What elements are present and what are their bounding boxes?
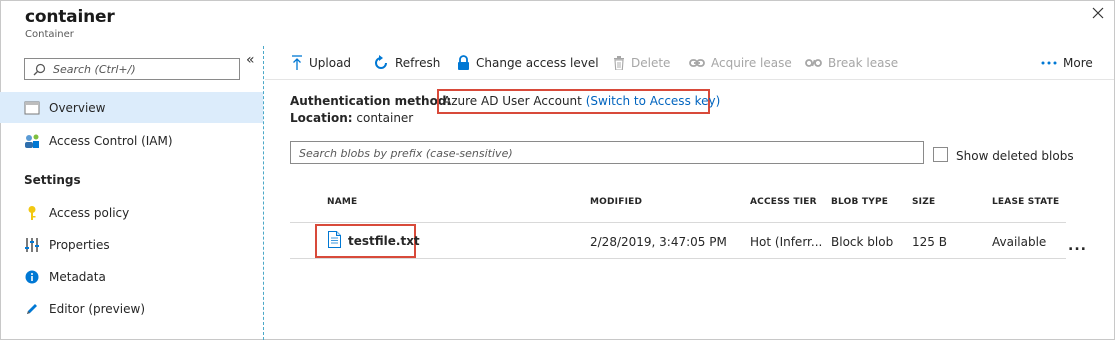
- sidebar-item-label: Metadata: [49, 269, 106, 284]
- cell-lease-state: Available: [992, 235, 1047, 249]
- upload-label: Upload: [309, 56, 352, 70]
- upload-button[interactable]: Upload: [291, 46, 351, 80]
- upload-icon: [291, 55, 303, 71]
- table-divider: [290, 222, 1066, 223]
- sidebar-item-label: Overview: [49, 100, 106, 115]
- sidebar-item-iam[interactable]: Access Control (IAM): [0, 125, 263, 156]
- blob-search-box[interactable]: [290, 141, 924, 164]
- page-subtitle: Container: [25, 29, 74, 40]
- collapse-sidebar-button[interactable]: «: [246, 52, 254, 68]
- cell-access-tier: Hot (Inferr...: [750, 235, 823, 249]
- sidebar-item-label: Editor (preview): [49, 301, 145, 316]
- auth-method-value: Azure AD User Account (Switch to Access …: [443, 94, 720, 108]
- broken-link-icon: [805, 58, 822, 68]
- iam-icon: [24, 133, 40, 149]
- search-icon: [33, 63, 46, 76]
- change-access-level-button[interactable]: Change access level: [457, 46, 599, 80]
- pencil-icon: [24, 301, 40, 317]
- auth-method-text: Azure AD User Account: [443, 94, 582, 108]
- sidebar-item-label: Access policy: [49, 205, 130, 220]
- sidebar-item-label: Access Control (IAM): [49, 133, 173, 148]
- acquire-lease-button[interactable]: Acquire lease: [689, 46, 792, 80]
- overview-icon: [24, 100, 40, 116]
- acquire-lease-label: Acquire lease: [711, 56, 792, 70]
- menu-search-box[interactable]: [24, 58, 240, 80]
- switch-to-access-key-link[interactable]: (Switch to Access key): [586, 94, 721, 108]
- key-icon: [24, 205, 40, 221]
- show-deleted-checkbox[interactable]: [933, 147, 948, 162]
- delete-label: Delete: [631, 56, 671, 70]
- column-header-name[interactable]: NAME: [327, 197, 357, 207]
- column-header-blob-type[interactable]: BLOB TYPE: [831, 197, 888, 207]
- change-access-label: Change access level: [476, 56, 599, 70]
- location-label: Location:: [290, 111, 353, 125]
- sidebar-item-properties[interactable]: Properties: [0, 229, 263, 260]
- sidebar-item-overview[interactable]: Overview: [0, 92, 263, 123]
- blob-search-input[interactable]: [299, 145, 909, 161]
- delete-button[interactable]: Delete: [613, 46, 670, 80]
- refresh-button[interactable]: Refresh: [373, 46, 440, 80]
- close-icon[interactable]: [1091, 6, 1105, 20]
- row-context-menu-button[interactable]: ...: [1068, 238, 1087, 254]
- break-lease-label: Break lease: [828, 56, 899, 70]
- sidebar-item-metadata[interactable]: Metadata: [0, 261, 263, 292]
- sidebar-item-editor[interactable]: Editor (preview): [0, 293, 263, 324]
- column-header-size[interactable]: SIZE: [912, 197, 935, 207]
- more-label: More: [1063, 56, 1093, 70]
- refresh-label: Refresh: [395, 56, 441, 70]
- sidebar-item-label: Properties: [49, 237, 110, 252]
- trash-icon: [613, 56, 625, 70]
- cell-modified: 2/28/2019, 3:47:05 PM: [590, 235, 727, 249]
- sidebar-item-access-policy[interactable]: Access policy: [0, 197, 263, 228]
- cell-size: 125 B: [912, 235, 947, 249]
- file-icon: [328, 231, 341, 248]
- column-header-lease-state[interactable]: LEASE STATE: [992, 197, 1059, 207]
- location-value: container: [356, 111, 414, 125]
- more-button[interactable]: More: [1041, 46, 1093, 80]
- cell-blob-type: Block blob: [831, 235, 894, 249]
- settings-heading: Settings: [24, 173, 81, 187]
- properties-icon: [24, 237, 40, 253]
- command-bar: Upload Refresh Change access level Delet…: [265, 46, 1114, 80]
- break-lease-button[interactable]: Break lease: [805, 46, 898, 80]
- location-line: Location: container: [290, 111, 413, 125]
- blob-name-link[interactable]: testfile.txt: [348, 234, 420, 248]
- info-icon: [24, 269, 40, 285]
- ellipsis-icon: [1041, 61, 1057, 65]
- chain-link-icon: [689, 58, 705, 68]
- auth-method-heading: Authentication method:: [290, 94, 452, 108]
- table-divider: [290, 258, 1066, 259]
- menu-search-input[interactable]: [53, 61, 233, 77]
- column-header-access-tier[interactable]: ACCESS TIER: [750, 197, 817, 207]
- lock-icon: [457, 55, 470, 71]
- auth-method-label: Authentication method:: [290, 94, 451, 108]
- show-deleted-label: Show deleted blobs: [956, 149, 1074, 163]
- left-nav: « Overview Access Control (IAM) Settings…: [0, 46, 264, 340]
- page-title: container: [25, 7, 115, 27]
- refresh-icon: [373, 55, 389, 71]
- column-header-modified[interactable]: MODIFIED: [590, 197, 642, 207]
